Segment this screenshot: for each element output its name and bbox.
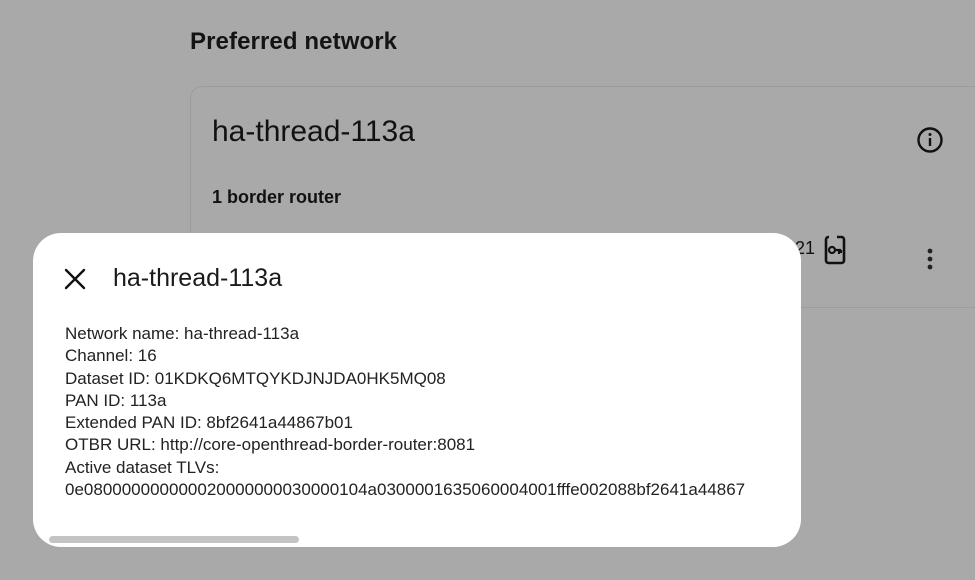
info-icon[interactable] bbox=[915, 125, 945, 155]
section-title: Preferred network bbox=[190, 28, 398, 55]
detail-otbr-url: OTBR URL: http://core-openthread-border-… bbox=[65, 435, 476, 455]
dialog-body: Network name: ha-thread-113a Channel: 16… bbox=[65, 323, 745, 501]
horizontal-scrollbar[interactable] bbox=[47, 534, 787, 543]
border-router-count: 1 border router bbox=[212, 187, 342, 207]
more-vertical-icon bbox=[927, 248, 933, 270]
info-circle-icon bbox=[917, 127, 943, 153]
detail-pan-id: PAN ID: 113a bbox=[65, 390, 167, 410]
detail-active-dataset-tlvs: 0e080000000000020000000030000104a0300001… bbox=[65, 480, 746, 500]
close-button[interactable] bbox=[61, 265, 89, 293]
scrollbar-thumb[interactable] bbox=[49, 536, 299, 543]
detail-channel: Channel: 16 bbox=[65, 346, 157, 366]
network-details-dialog: ha-thread-113a Network name: ha-thread-1… bbox=[33, 233, 801, 547]
dialog-title: ha-thread-113a bbox=[113, 264, 283, 292]
thread-settings-page: Preferred network ha-thread-113a 1 borde… bbox=[0, 0, 975, 580]
detail-network-name: Network name: ha-thread-113a bbox=[65, 324, 300, 343]
more-options-button[interactable] bbox=[917, 246, 943, 272]
detail-dataset-id: Dataset ID: 01KDKQ6MTQYKDJNJDA0HK5MQ08 bbox=[65, 368, 446, 388]
close-icon bbox=[64, 268, 86, 290]
router-key-icon-svg bbox=[824, 235, 846, 265]
network-name: ha-thread-113a bbox=[212, 115, 415, 148]
router-key-icon[interactable] bbox=[823, 235, 847, 265]
detail-active-dataset-label: Active dataset TLVs: bbox=[65, 457, 220, 477]
detail-extended-pan-id: Extended PAN ID: 8bf2641a44867b01 bbox=[65, 413, 353, 433]
